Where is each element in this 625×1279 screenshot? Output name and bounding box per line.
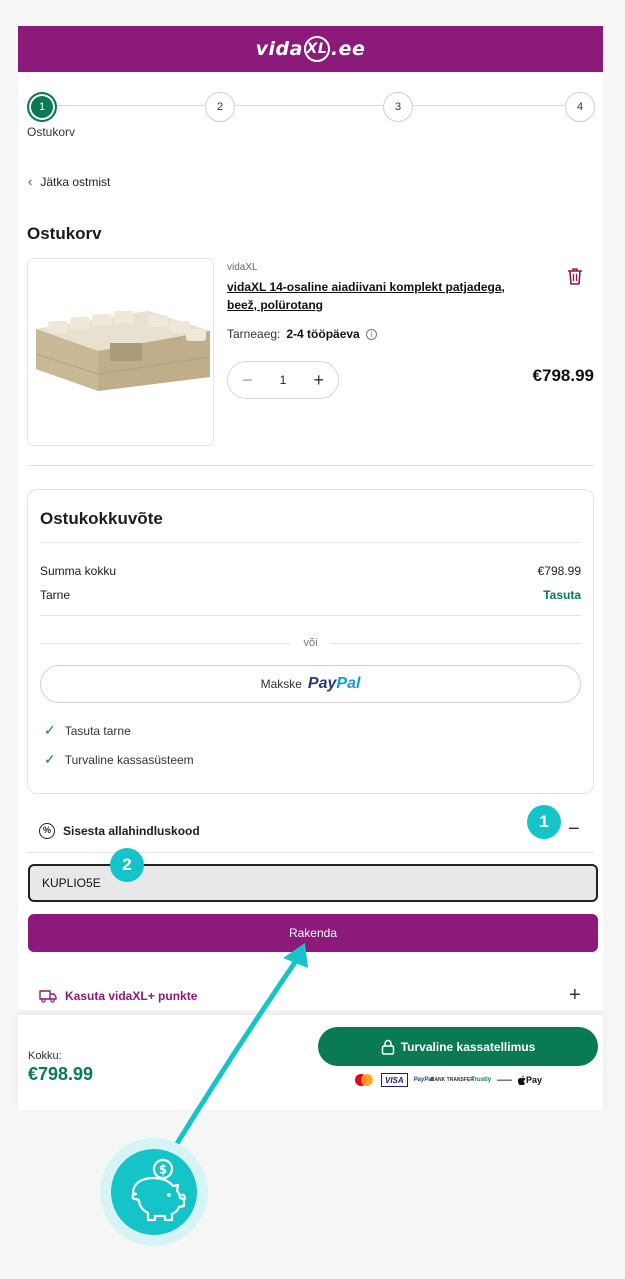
quantity-stepper: − 1 + [227,361,339,399]
subtotal-row: Summa kokku €798.99 [40,564,581,578]
summary-title: Ostukokkuvõte [40,509,163,528]
visa-icon: VISA [381,1073,408,1087]
divider [27,465,594,466]
total-value: €798.99 [28,1064,94,1084]
checkmark-icon: ✓ [44,722,56,738]
checkout-footer: Kokku: €798.99 Turvaline kassatellimus V… [18,1015,603,1110]
order-summary: Ostukokkuvõte Summa kokku €798.99 Tarne … [27,489,594,794]
checkout-stepper: 1 2 3 4 [27,92,595,122]
vidaxl-plus-points-row[interactable]: Kasuta vidaXL+ punkte + [18,970,603,1010]
svg-text:$: $ [159,1163,167,1177]
paypal-prefix: Makske [260,677,302,691]
checkmark-icon: ✓ [44,751,56,767]
delivery-time: Tarneaeg: 2-4 tööpäeva i [227,327,377,341]
shipping-row: Tarne Tasuta [40,588,581,602]
subtotal-label: Summa kokku [40,564,117,578]
piggy-bank-badge: $ [111,1149,197,1235]
total-label: Kokku: [28,1050,62,1062]
delivery-value: 2-4 tööpäeva [286,327,360,341]
chevron-left-icon: ‹ [28,174,33,189]
shipping-label: Tarne [40,588,71,602]
percent-icon: % [39,823,55,839]
annotation-badge-2: 2 [110,848,144,882]
apply-discount-button[interactable]: Rakenda [28,914,598,952]
discount-label: Sisesta allahindluskood [63,824,200,838]
quantity-value: 1 [279,373,287,387]
stepper-line [57,105,205,106]
secure-checkout-button[interactable]: Turvaline kassatellimus [318,1027,598,1066]
product-name-link[interactable]: vidaXL 14-osaline aiadiivani komplekt pa… [227,278,537,314]
piggy-bank-icon: $ [131,1158,186,1222]
divider [27,852,594,853]
discount-code-toggle[interactable]: % Sisesta allahindluskood [27,818,594,844]
delivery-label: Tarneaeg: [227,327,281,341]
step-2[interactable]: 2 [205,92,235,122]
product-brand: vidaXL [227,262,258,273]
step-3[interactable]: 3 [383,92,413,122]
info-icon[interactable]: i [365,328,377,340]
subtotal-value: €798.99 [537,564,581,578]
annotation-badge-1: 1 [527,805,561,839]
divider [40,542,581,543]
trustly-icon: Trustly [471,1077,492,1083]
stepper-line [235,105,383,106]
payment-provider-icon: ▬▬▬ [497,1077,513,1083]
paypal-button[interactable]: Makske PayPal [40,665,581,703]
product-price: €798.99 [532,366,594,385]
step-label-cart: Ostukorv [27,125,76,139]
product-image[interactable] [27,258,214,446]
points-label: Kasuta vidaXL+ punkte [65,989,198,1003]
apple-pay-icon: Pay [518,1073,542,1087]
vidaxl-logo[interactable]: vida XL .ee [256,36,366,62]
shipping-value: Tasuta [543,588,581,602]
paypal-logo: PayPal [307,675,361,692]
truck-icon [39,990,57,1003]
cart-title: Ostukorv [27,224,102,243]
collapse-icon[interactable]: − [568,818,580,841]
mastercard-icon [355,1074,373,1086]
step-1[interactable]: 1 [27,92,57,122]
payment-methods: VISA PayPal BANK TRANSFER Trustly ▬▬▬ Pa… [353,1073,583,1087]
garden-sofa-image [28,259,213,445]
step-4[interactable]: 4 [565,92,595,122]
bank-transfer-icon: BANK TRANSFER [430,1076,474,1083]
trash-icon[interactable] [566,266,584,286]
divider [40,615,581,616]
decrease-quantity-button[interactable]: − [242,370,253,391]
site-header: vida XL .ee [18,26,603,72]
lock-icon [381,1039,394,1055]
checkout-page: vida XL .ee 1 2 3 4 Ostukorv ‹ Jätka ostmi… [18,0,603,1279]
checkout-label: Turvaline kassatellimus [400,1039,536,1054]
or-text: või [303,637,318,649]
continue-shopping-link[interactable]: ‹ Jätka ostmist [28,174,110,189]
points-label-group: Kasuta vidaXL+ punkte [39,989,197,1003]
benefit-secure-checkout: ✓ Turvaline kassasüsteem [44,751,194,767]
continue-shopping-label: Jätka ostmist [40,174,111,189]
expand-icon[interactable]: + [569,984,581,1007]
or-separator: või [40,635,581,651]
increase-quantity-button[interactable]: + [313,370,324,391]
apple-logo-icon [518,1075,526,1085]
benefit-free-shipping: ✓ Tasuta tarne [44,722,131,738]
stepper-line [413,105,565,106]
